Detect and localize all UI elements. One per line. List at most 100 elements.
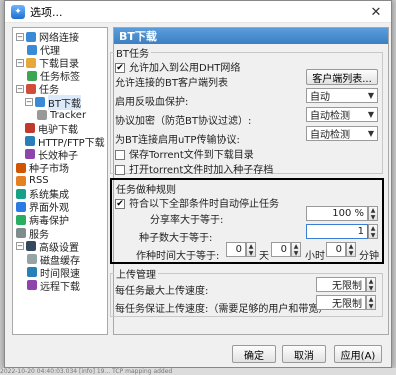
encryption-label: 协议加密（防范BT协议过滤）: [115,116,252,127]
tree-item[interactable]: HTTP/FTP下载 [25,135,105,149]
tree-item[interactable]: 电驴下载 [25,122,78,136]
emule-icon [25,123,35,134]
ratio-spinner[interactable]: ▲ ▼ [368,206,378,221]
tree-item[interactable]: − BT下载 [25,94,81,110]
encryption-select[interactable]: 自动检测 ▼ [306,107,378,122]
tree-item[interactable]: 远程下载 [27,279,80,293]
clients-list-button[interactable]: 客户端列表... [306,69,378,85]
tree-item[interactable]: 时间限速 [27,266,80,280]
guarantee-upload-input[interactable]: 无限制 [316,295,366,310]
dht-option[interactable]: ✔ 允许加入到公用DHT网络 [115,59,240,74]
save-torrent-option[interactable]: 保存Torrent文件到下载目录 [115,146,254,161]
utp-select[interactable]: 自动检测 ▼ [306,126,378,141]
seeding-group-title: 任务做种规则 [114,181,178,196]
save-torrent-checkbox[interactable] [115,150,125,160]
folder-icon [26,57,36,68]
shield-icon [16,214,26,225]
integration-icon [16,188,26,199]
utp-value: 自动检测 [310,130,350,141]
open-torrent-checkbox[interactable] [115,165,125,175]
days-input[interactable]: 0 [226,242,246,257]
collapse-toggle-icon[interactable]: − [25,98,33,106]
bt-group-title: BT任务 [114,45,151,60]
anti-leech-select[interactable]: 自动 ▼ [306,88,378,103]
seed-icon [25,149,35,160]
collapse-toggle-icon[interactable]: − [16,58,24,67]
seeds-input[interactable]: 1 [306,224,368,239]
tree-item[interactable]: 界面外观 [16,200,69,214]
anti-leech-label: 启用反吸血保护: [115,97,189,108]
hours-unit: 小时 [305,251,325,262]
collapse-toggle-icon[interactable]: − [16,242,24,251]
max-upload-label: 每任务最大上传速度: [115,286,209,297]
cancel-button[interactable]: 取消 [282,345,326,363]
open-torrent-option[interactable]: 打开torrent文件时加入种子存档 [115,161,273,176]
guarantee-upload-spinner[interactable]: ▲ ▼ [366,295,376,310]
ok-button[interactable]: 确定 [232,345,276,363]
tree-item[interactable]: 磁盘缓存 [27,253,80,267]
max-upload-spinner[interactable]: ▲ ▼ [366,277,376,292]
seeds-spinner[interactable]: ▲ ▼ [368,224,378,239]
tree-item[interactable]: RSS [16,174,49,187]
hours-spinner[interactable]: ▲ ▼ [291,242,301,257]
window-title: 选项... [30,5,63,19]
background-log-strip: 2022-10-20 04:40:03.034 [info] 19... TCP… [0,368,396,375]
dht-label: 允许加入到公用DHT网络 [129,63,241,74]
options-tree[interactable]: − 网络连接 代理 − 下载目录 任务标签 − 任务 − BT下载 Tracker 电驴下载 HTTP/… [12,27,108,335]
tree-item[interactable]: 系统集成 [16,187,69,201]
service-icon [16,228,26,238]
tree-item-label: 远程下载 [40,281,80,293]
upload-group-title: 上传管理 [114,266,158,281]
rss-icon [16,175,26,186]
tree-item-label: RSS [29,175,49,187]
tree-item[interactable]: 长效种子 [25,148,78,162]
tree-item[interactable]: − 下载目录 [16,56,79,70]
seeds-label: 种子数大于等于: [139,233,213,244]
auto-stop-option[interactable]: ✔ 符合以下全部条件时自动停止任务 [115,195,279,210]
tree-item[interactable]: 种子市场 [16,161,69,175]
max-upload-input[interactable]: 无限制 [316,277,366,292]
auto-stop-label: 符合以下全部条件时自动停止任务 [129,199,279,210]
tree-item[interactable]: 任务标签 [27,69,80,83]
market-icon [16,162,26,173]
title-bar: ✦ 选项... ✕ [5,1,391,23]
days-spinner[interactable]: ▲ ▼ [246,242,256,257]
tree-item[interactable]: 服务 [16,227,49,241]
utp-label: 为BT连接启用uTP传输协议: [115,135,240,146]
hours-input[interactable]: 0 [271,242,291,257]
tree-item[interactable]: − 高级设置 [16,240,79,254]
tree-item[interactable]: − 任务 [16,82,59,96]
tree-item[interactable]: 病毒保护 [16,213,69,227]
disk-icon [27,254,37,265]
dht-checkbox[interactable]: ✔ [115,63,125,73]
ratio-input[interactable]: 100 % [306,206,368,221]
tree-item[interactable]: − 网络连接 [16,30,79,44]
seed-time-label: 作种时间大于等于: [136,251,220,262]
app-icon: ✦ [11,4,25,19]
anti-leech-value: 自动 [310,92,330,103]
auto-stop-checkbox[interactable]: ✔ [115,199,125,209]
apply-button[interactable]: 应用(A) [334,345,382,363]
remote-icon [27,280,37,291]
tree-item[interactable]: 代理 [27,43,60,57]
clients-label: 允许连接的BT客户端列表 [115,78,228,89]
clock-icon [27,267,37,278]
collapse-toggle-icon[interactable]: − [16,32,24,41]
chevron-down-icon: ▼ [367,129,374,138]
close-button[interactable]: ✕ [361,1,391,23]
panel-header: BT下载 [114,28,388,44]
minutes-input[interactable]: 0 [326,242,346,257]
ratio-label: 分享率大于等于: [150,215,224,226]
appearance-icon [16,201,26,212]
chevron-down-icon: ▼ [367,91,374,100]
minutes-spinner[interactable]: ▲ ▼ [346,242,356,257]
tracker-icon [37,110,47,121]
proxy-icon [27,44,37,55]
http-icon [25,136,35,147]
network-icon [26,31,36,42]
tree-item[interactable]: Tracker [37,109,86,122]
tree-item-label: 种子市场 [29,164,69,175]
open-torrent-label: 打开torrent文件时加入种子存档 [129,165,274,176]
tag-icon [27,70,37,81]
collapse-toggle-icon[interactable]: − [16,84,24,93]
